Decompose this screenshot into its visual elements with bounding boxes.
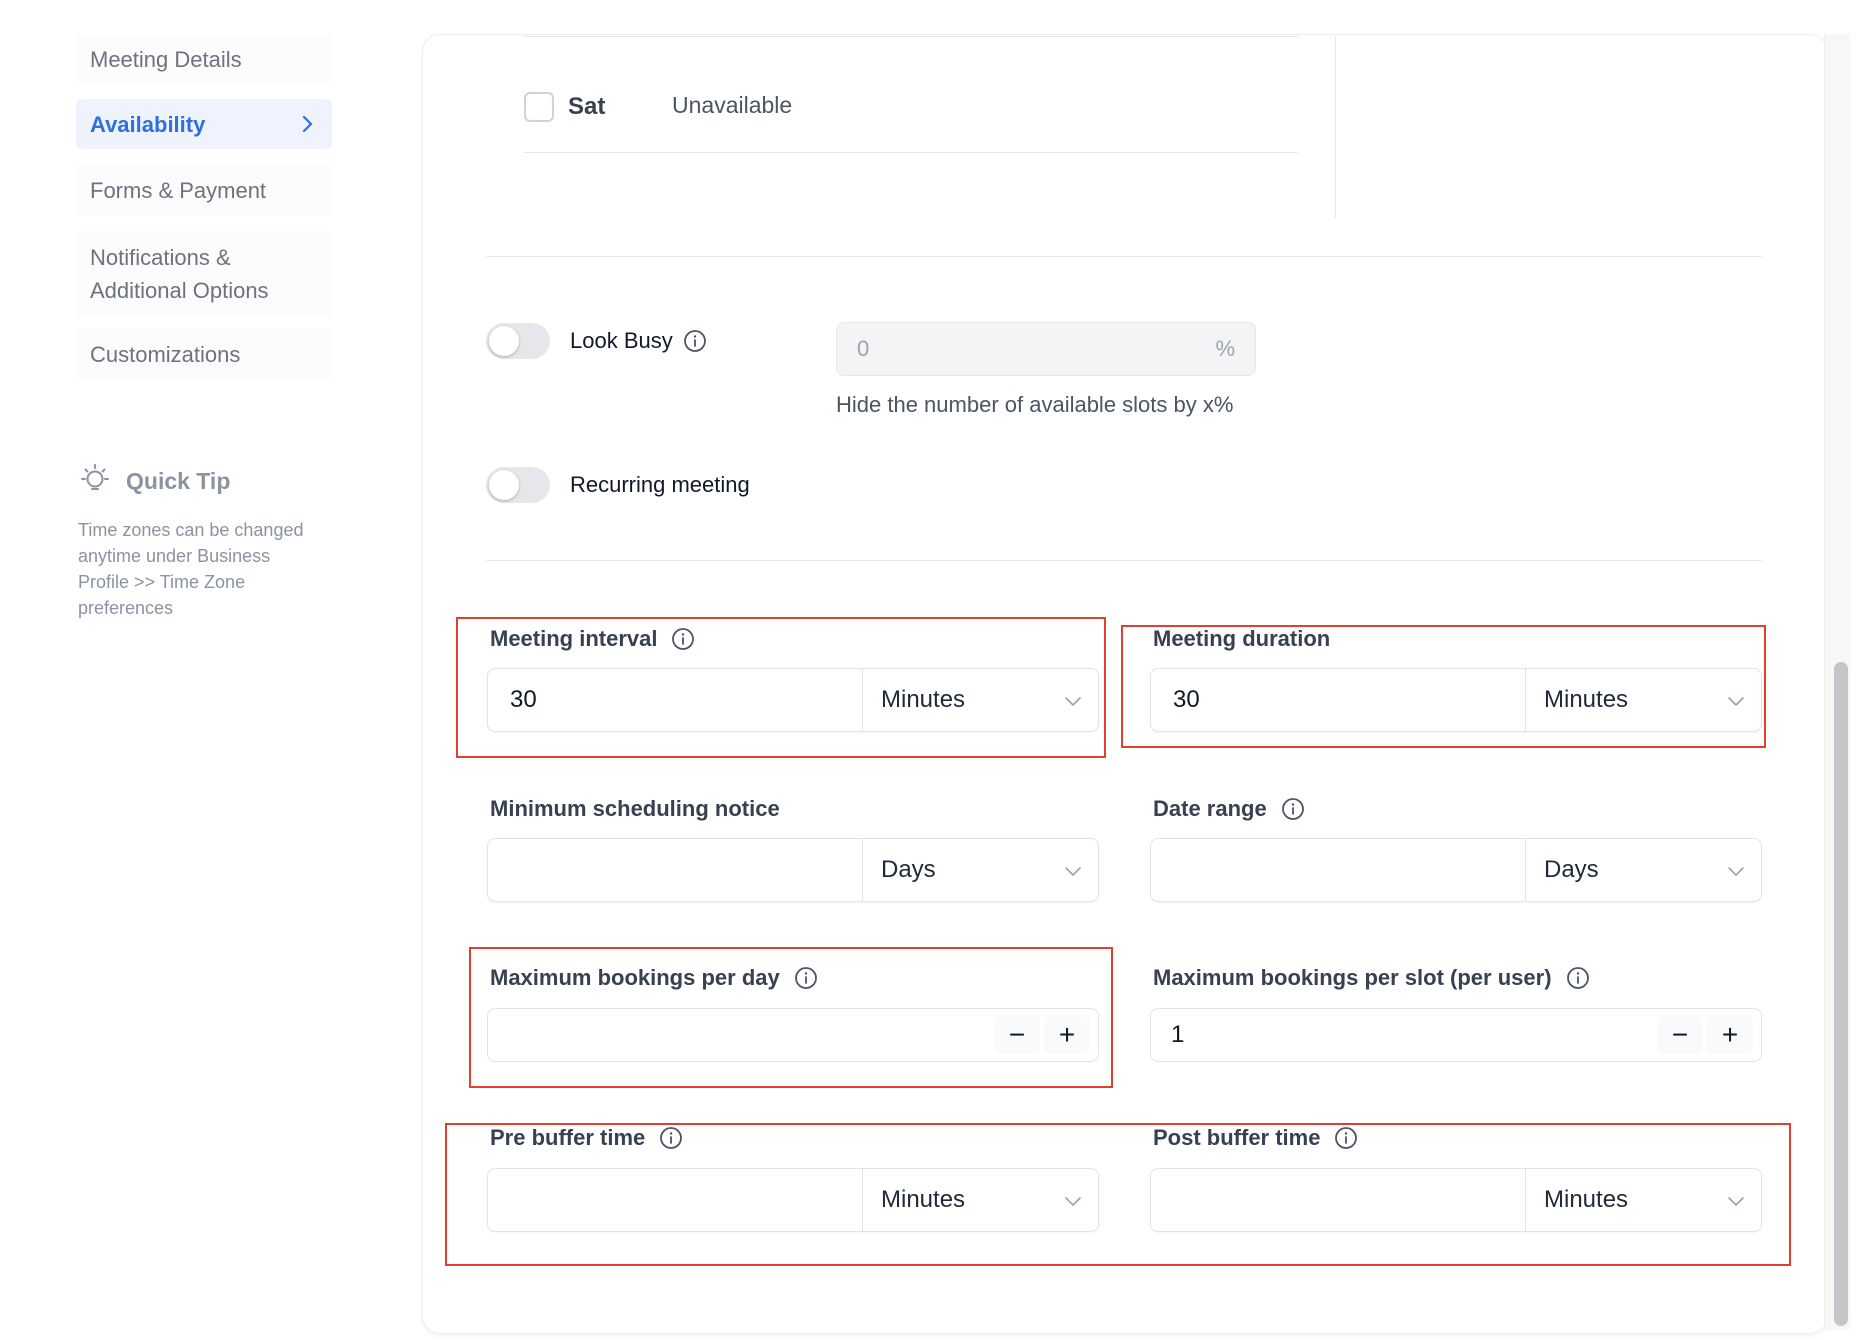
sidebar-item-label: Forms & Payment [90,177,267,203]
min-notice-input[interactable] [488,839,863,901]
date-range-unit-select[interactable]: Days [1526,839,1761,901]
meeting-duration-unit-select[interactable]: Minutes [1526,669,1761,731]
field-label-text: Post buffer time [1153,1125,1321,1150]
chevron-down-icon [1727,686,1745,714]
divider [524,36,1298,37]
select-value: Minutes [1544,686,1629,713]
select-value: Minutes [1544,1186,1629,1213]
info-icon[interactable] [683,329,707,353]
look-busy-value: 0 [857,336,870,361]
pre-buffer-field: Minutes [487,1168,1099,1232]
look-busy-row: Look Busy [486,323,707,359]
post-buffer-unit-select[interactable]: Minutes [1526,1169,1761,1231]
lightbulb-icon [78,462,112,501]
field-label-text: Date range [1153,796,1267,821]
chevron-down-icon [1064,686,1082,714]
divider [524,152,1298,153]
sidebar-item-availability[interactable]: Availability [76,99,332,149]
chevron-right-icon [296,113,318,135]
select-value: Minutes [881,686,966,713]
section-divider [486,560,1762,561]
percent-suffix: % [1215,336,1235,361]
date-range-field: Days [1150,838,1762,902]
pre-buffer-input[interactable] [488,1169,863,1231]
day-checkbox[interactable] [524,92,554,122]
info-icon[interactable] [659,1126,683,1150]
quick-tip-body: Time zones can be changed anytime under … [78,520,304,618]
info-icon[interactable] [671,627,695,651]
date-range-label: Date range [1153,796,1305,822]
chevron-down-icon [1064,1186,1082,1214]
info-icon[interactable] [794,966,818,990]
select-value: Days [881,856,936,883]
max-per-day-stepper: − + [487,1008,1099,1062]
max-per-day-label: Maximum bookings per day [490,965,818,991]
scrollbar-thumb[interactable] [1834,662,1848,1326]
meeting-interval-label: Meeting interval [490,626,695,652]
select-value: Days [1544,856,1599,883]
post-buffer-input[interactable] [1151,1169,1526,1231]
meeting-duration-field: 30 Minutes [1150,668,1762,732]
post-buffer-field: Minutes [1150,1168,1762,1232]
increment-button[interactable]: + [1707,1016,1753,1054]
chevron-down-icon [1727,1186,1745,1214]
max-per-slot-label: Maximum bookings per slot (per user) [1153,965,1590,991]
min-notice-label: Minimum scheduling notice [490,796,780,822]
meeting-interval-input[interactable]: 30 [488,669,863,731]
date-range-input[interactable] [1151,839,1526,901]
info-icon[interactable] [1566,966,1590,990]
pre-buffer-unit-select[interactable]: Minutes [863,1169,1098,1231]
recurring-row: Recurring meeting [486,467,750,503]
quick-tip-title: Quick Tip [126,468,231,494]
chevron-down-icon [1727,856,1745,884]
sidebar-item-forms-payment[interactable]: Forms & Payment [76,165,332,215]
meeting-interval-unit-select[interactable]: Minutes [863,669,1098,731]
info-icon[interactable] [1334,1126,1358,1150]
min-notice-field: Days [487,838,1099,902]
recurring-label: Recurring meeting [570,472,750,497]
look-busy-percent-input[interactable]: 0 % [836,322,1256,376]
sidebar-item-notifications[interactable]: Notifications & Additional Options [76,231,332,317]
recurring-toggle[interactable] [486,467,550,503]
look-busy-label: Look Busy [570,328,673,353]
day-label: Sat [568,93,606,120]
sidebar-item-label: Customizations [90,341,241,367]
min-notice-unit-select[interactable]: Days [863,839,1098,901]
chevron-down-icon [1064,856,1082,884]
schedule-day-row: Sat [524,92,605,122]
field-label-text: Minimum scheduling notice [490,796,780,821]
pre-buffer-label: Pre buffer time [490,1125,683,1151]
quick-tip: Quick Tip Time zones can be changed anyt… [78,462,348,621]
decrement-button[interactable]: − [994,1016,1040,1054]
field-label-text: Pre buffer time [490,1125,646,1150]
sidebar-item-meeting-details[interactable]: Meeting Details [76,34,332,84]
field-label-text: Meeting duration [1153,626,1331,651]
decrement-button[interactable]: − [1657,1016,1703,1054]
field-label-text: Maximum bookings per slot (per user) [1153,965,1552,990]
increment-button[interactable]: + [1044,1016,1090,1054]
section-divider [486,256,1762,257]
meeting-duration-label: Meeting duration [1153,626,1330,652]
info-icon[interactable] [1281,797,1305,821]
sidebar-item-label: Notifications & [90,245,231,270]
sidebar-item-label: Additional Options [90,278,269,303]
meeting-interval-field: 30 Minutes [487,668,1099,732]
day-status: Unavailable [672,92,793,118]
max-per-slot-input[interactable]: 1 [1171,1021,1184,1049]
field-label-text: Meeting interval [490,626,658,651]
look-busy-help: Hide the number of available slots by x% [836,392,1234,417]
max-per-slot-stepper: 1 − + [1150,1008,1762,1062]
look-busy-toggle[interactable] [486,323,550,359]
post-buffer-label: Post buffer time [1153,1125,1358,1151]
sidebar-item-label: Availability [90,111,206,137]
field-label-text: Maximum bookings per day [490,965,780,990]
select-value: Minutes [881,1186,966,1213]
divider [1335,36,1336,218]
sidebar-item-customizations[interactable]: Customizations [76,329,332,379]
meeting-duration-input[interactable]: 30 [1151,669,1526,731]
sidebar-item-label: Meeting Details [90,46,242,72]
